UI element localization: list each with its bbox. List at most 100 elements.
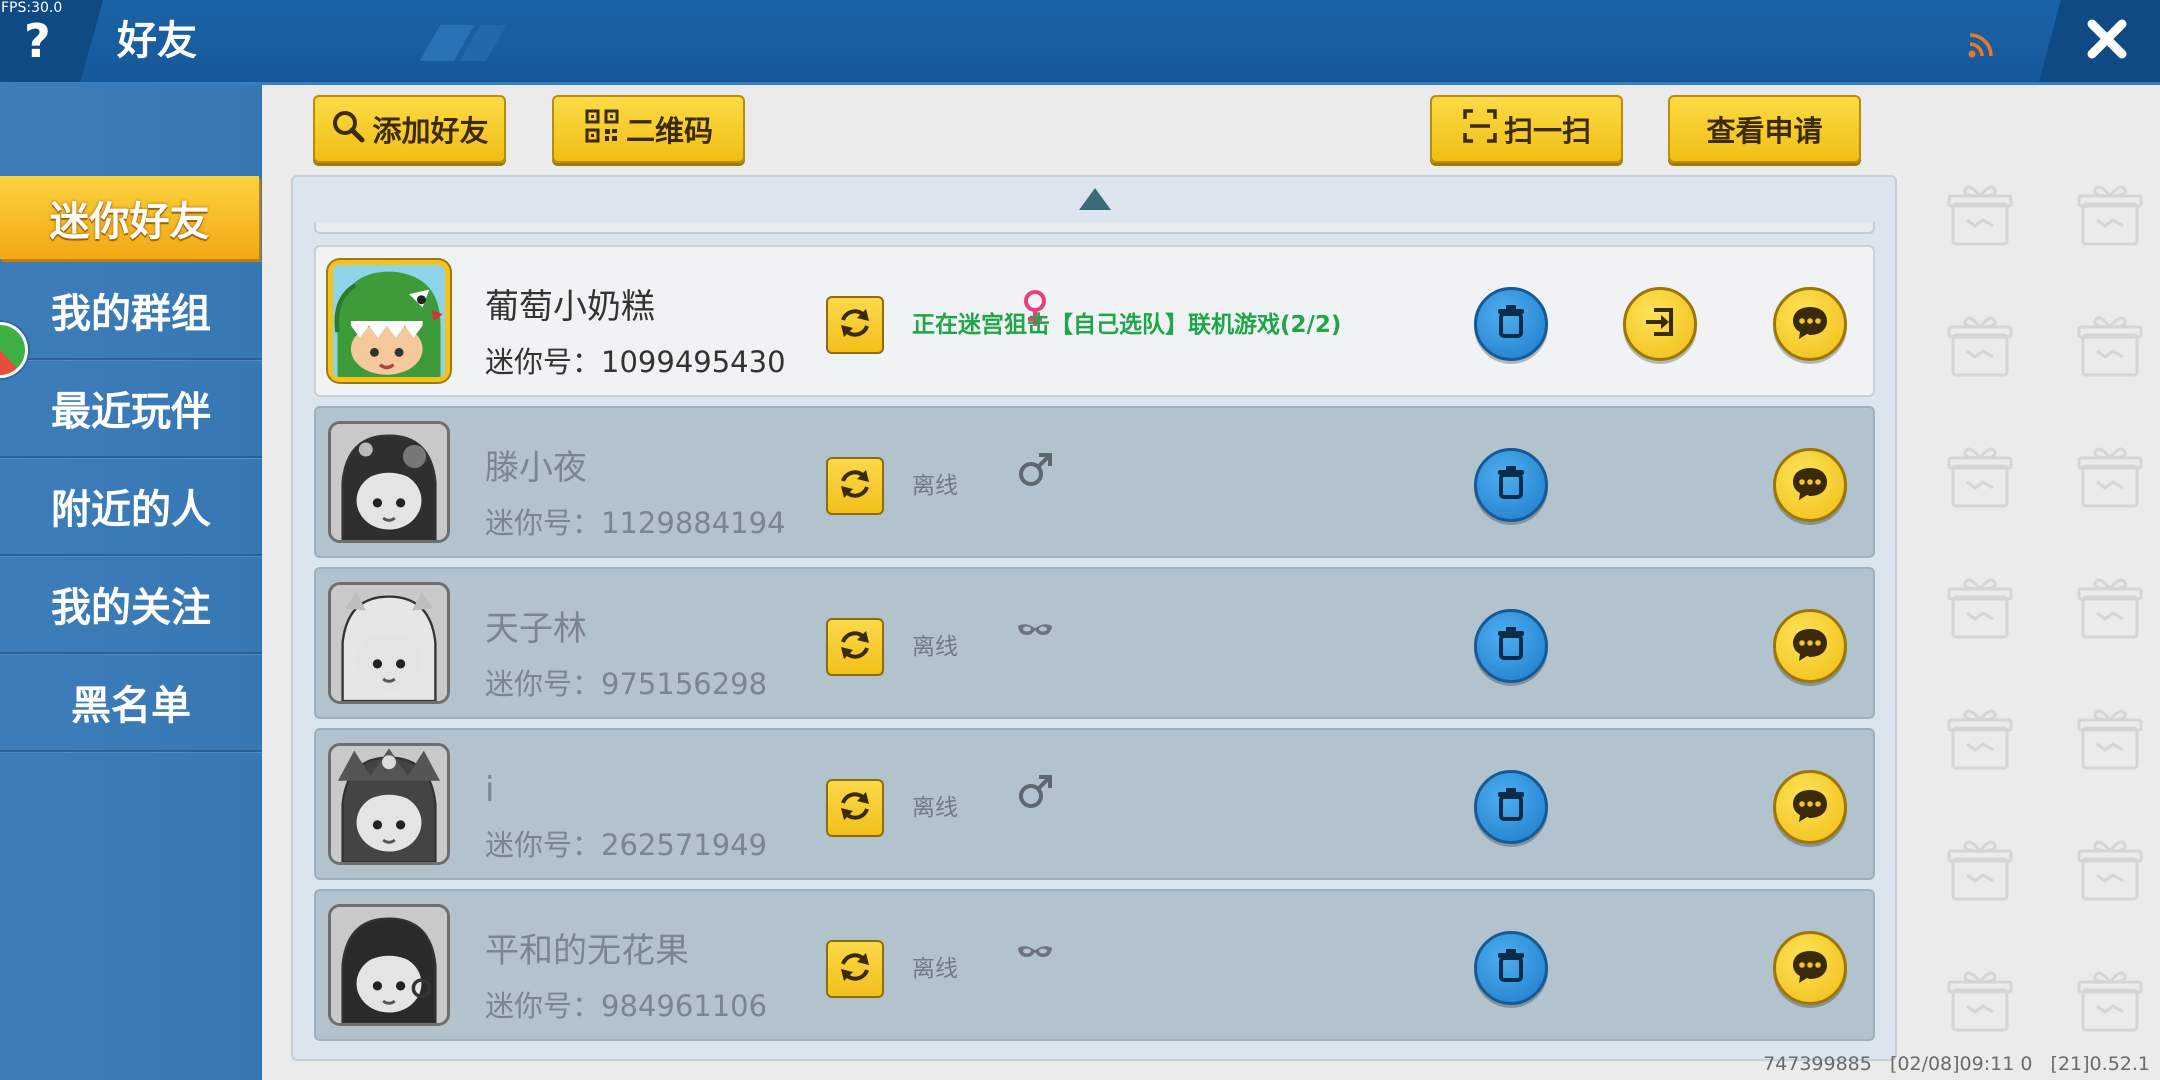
- background-pattern-icon: [1945, 966, 2015, 1036]
- mini-id-label: 迷你号：: [485, 667, 602, 701]
- chat-button[interactable]: [1773, 609, 1847, 683]
- qrcode-label: 二维码: [625, 114, 713, 148]
- friend-row[interactable]: 葡萄小奶糕 迷你号：1099495430 正在迷宫狙击【自己选队】联机游戏(2/2): [314, 245, 1875, 397]
- page-title: 好友: [117, 18, 197, 64]
- refresh-button[interactable]: [826, 779, 884, 837]
- add-friend-label: 添加好友: [372, 114, 489, 148]
- chat-button[interactable]: [1773, 287, 1847, 361]
- mini-id-value: 975156298: [601, 667, 768, 701]
- friend-row[interactable]: 天子林迷你号：975156298 离线: [314, 567, 1875, 719]
- delete-friend-button[interactable]: [1474, 609, 1548, 683]
- refresh-button[interactable]: [826, 618, 884, 676]
- refresh-button[interactable]: [826, 296, 884, 354]
- chat-bubble-icon: [1788, 461, 1832, 509]
- background-pattern-icon: [2075, 966, 2145, 1036]
- status-text: 离线: [912, 795, 958, 821]
- scan-icon: [1462, 108, 1498, 151]
- qrcode-button[interactable]: 二维码: [552, 95, 745, 163]
- mini-id-label: 迷你号：: [485, 989, 602, 1023]
- view-requests-button[interactable]: 查看申请: [1668, 95, 1861, 163]
- friend-row[interactable]: 滕小夜 迷你号：1129884194 离线: [314, 406, 1875, 558]
- list-row-partial: [314, 222, 1875, 234]
- sidebar-item-blacklist[interactable]: 黑名单: [0, 654, 262, 752]
- delete-friend-button[interactable]: [1474, 770, 1548, 844]
- chat-bubble-icon: [1788, 944, 1832, 992]
- mini-id: 迷你号：1129884194: [485, 504, 786, 542]
- background-pattern-icon: [1945, 573, 2015, 643]
- mini-id: 迷你号：975156298: [485, 665, 767, 703]
- version-info: 747399885 [02/08]09:11 0 [21]0.52.1: [1763, 1053, 2150, 1075]
- background-pattern-icon: [2075, 311, 2145, 381]
- sidebar: 迷你好友 我的群组 最近玩伴 附近的人 我的关注 黑名单: [0, 85, 262, 1080]
- friend-row[interactable]: i 迷你号：262571949 离线: [314, 728, 1875, 880]
- friend-row[interactable]: 平和的无花果迷你号：984961106 离线: [314, 889, 1875, 1041]
- scroll-up-arrow-icon[interactable]: [1079, 188, 1111, 210]
- sidebar-item-recent-players[interactable]: 最近玩伴: [0, 360, 262, 458]
- avatar[interactable]: [328, 582, 450, 704]
- mini-id-label: 迷你号：: [485, 345, 602, 379]
- view-requests-label: 查看申请: [1706, 114, 1823, 148]
- mini-id: 迷你号：262571949: [485, 826, 767, 864]
- add-friend-button[interactable]: 添加好友: [313, 95, 506, 163]
- close-button[interactable]: [2039, 0, 2160, 82]
- refresh-icon: [835, 786, 875, 830]
- trash-icon: [1489, 622, 1533, 670]
- refresh-icon: [835, 303, 875, 347]
- refresh-button[interactable]: [826, 457, 884, 515]
- status-text: 离线: [912, 473, 958, 499]
- background-pattern-icon: [2075, 442, 2145, 512]
- male-icon: [1016, 449, 1054, 489]
- refresh-icon: [835, 625, 875, 669]
- status-text: 离线: [912, 634, 958, 660]
- delete-friend-button[interactable]: [1474, 448, 1548, 522]
- trash-icon: [1489, 461, 1533, 509]
- fps-counter: FPS:30.0: [1, 0, 63, 16]
- mini-id-value: 984961106: [601, 989, 768, 1023]
- refresh-button[interactable]: [826, 940, 884, 998]
- sidebar-item-my-groups[interactable]: 我的群组: [0, 262, 262, 360]
- mini-id-label: 迷你号：: [485, 506, 602, 540]
- mini-id-value: 262571949: [601, 828, 768, 862]
- mask-icon: [1016, 932, 1054, 972]
- mini-id: 迷你号：984961106: [485, 987, 767, 1025]
- chat-bubble-icon: [1788, 622, 1832, 670]
- chat-bubble-icon: [1788, 783, 1832, 831]
- background-pattern-icon: [2075, 573, 2145, 643]
- delete-friend-button[interactable]: [1474, 931, 1548, 1005]
- chat-button[interactable]: [1773, 448, 1847, 522]
- background-pattern-icon: [1945, 704, 2015, 774]
- friend-name: 天子林: [485, 609, 587, 649]
- avatar[interactable]: [328, 260, 450, 382]
- close-icon: [2085, 17, 2129, 65]
- signal-icon: [1967, 31, 1995, 59]
- avatar[interactable]: [328, 743, 450, 865]
- status-text: 正在迷宫狙击【自己选队】联机游戏(2/2): [912, 312, 1342, 338]
- background-pattern-icon: [2075, 704, 2145, 774]
- background-pattern-icon: [2075, 180, 2145, 250]
- chat-button[interactable]: [1773, 931, 1847, 1005]
- avatar[interactable]: [328, 421, 450, 543]
- friend-name: 平和的无花果: [485, 931, 689, 971]
- avatar[interactable]: [328, 904, 450, 1026]
- qrcode-icon: [584, 108, 620, 151]
- mini-id: 迷你号：1099495430: [485, 343, 786, 381]
- title-bar: ? 好友: [0, 0, 2160, 85]
- status-text: 离线: [912, 956, 958, 982]
- sidebar-item-nearby[interactable]: 附近的人: [0, 458, 262, 556]
- chat-bubble-icon: [1788, 300, 1832, 348]
- enter-icon: [1638, 300, 1682, 348]
- search-icon: [330, 108, 366, 151]
- chat-button[interactable]: [1773, 770, 1847, 844]
- sidebar-item-mini-friends[interactable]: 迷你好友: [0, 176, 259, 259]
- mask-icon: [1016, 610, 1054, 650]
- sidebar-item-following[interactable]: 我的关注: [0, 556, 262, 654]
- trash-icon: [1489, 783, 1533, 831]
- join-game-button[interactable]: [1623, 287, 1697, 361]
- background-pattern-icon: [1945, 311, 2015, 381]
- mini-id-value: 1129884194: [601, 506, 786, 540]
- background-pattern-icon: [2075, 835, 2145, 905]
- scan-button[interactable]: 扫一扫: [1430, 95, 1623, 163]
- delete-friend-button[interactable]: [1474, 287, 1548, 361]
- mini-id-value: 1099495430: [601, 345, 786, 379]
- trash-icon: [1489, 300, 1533, 348]
